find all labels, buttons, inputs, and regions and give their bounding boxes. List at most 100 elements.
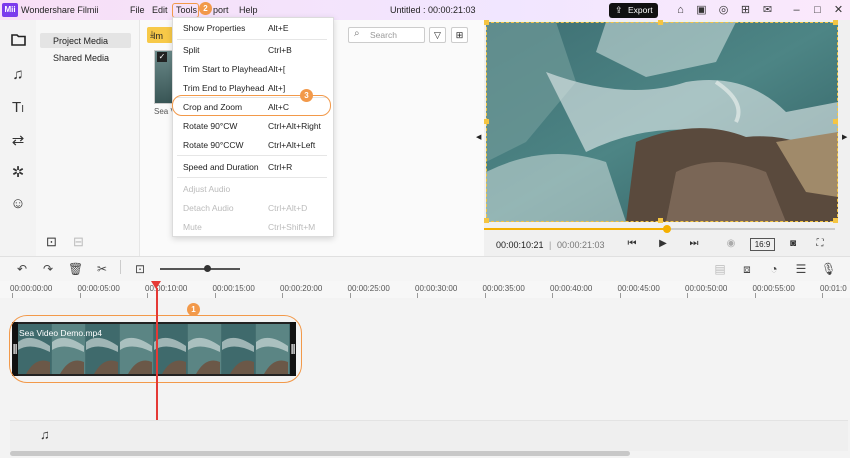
previous-frame-icon[interactable]: ⏮ <box>626 238 638 249</box>
progress-knob[interactable] <box>662 225 671 233</box>
adjust-icon[interactable]: ☰ <box>794 262 808 276</box>
save-icon[interactable]: ▣ <box>695 4 708 16</box>
menu-item-split[interactable]: Split Ctrl+B <box>173 41 333 59</box>
play-icon[interactable]: ▶ <box>657 238 669 249</box>
ruler-label: 00:00:05:00 <box>77 284 120 293</box>
text-icon[interactable]: TI <box>9 99 27 117</box>
crop-frame[interactable] <box>486 22 838 222</box>
ruler-label: 00:00:20:00 <box>280 284 323 293</box>
undo-icon[interactable]: ↶ <box>15 262 29 276</box>
category-shared-media[interactable]: Shared Media <box>53 53 109 63</box>
redo-icon[interactable]: ↷ <box>41 262 55 276</box>
crop-handle-left[interactable] <box>484 119 489 124</box>
ruler-label: 00:00:50:00 <box>685 284 728 293</box>
category-project-media-label: Project Media <box>53 36 109 46</box>
playhead-handle[interactable] <box>151 281 161 289</box>
import-label: ⤓ Im <box>150 29 163 41</box>
cut-icon[interactable]: ✂ <box>95 262 109 276</box>
check-icon[interactable]: ✓ <box>157 52 167 62</box>
menu-tools-highlight <box>172 3 199 18</box>
crop-handle-right[interactable] <box>833 119 838 124</box>
render-icon[interactable]: ◉ <box>725 238 737 249</box>
step-badge-3: 3 <box>300 89 313 102</box>
crop-handle-bottom[interactable] <box>658 218 663 223</box>
aspect-ratio-button[interactable]: 16:9 <box>750 238 775 251</box>
zoom-slider-knob[interactable] <box>204 265 211 272</box>
transition-icon[interactable]: ⇄ <box>9 132 27 150</box>
search-placeholder: Search <box>370 30 397 40</box>
grid-view-icon[interactable]: ⊞ <box>451 27 468 43</box>
crop-handle-top[interactable] <box>658 20 663 25</box>
menu-item-rotate-cw[interactable]: Rotate 90°CW Ctrl+Alt+Right <box>173 117 333 135</box>
crop-handle-top-right[interactable] <box>833 20 838 25</box>
menu-help[interactable]: Help <box>239 5 258 15</box>
fullscreen-icon[interactable]: ⛶ <box>814 238 826 249</box>
tools-dropdown-menu: Show Properties Alt+E Split Ctrl+B Trim St… <box>172 17 334 237</box>
search-input[interactable]: ⌕ Search <box>348 27 425 43</box>
menu-export[interactable]: port <box>213 5 229 15</box>
export-icon: ⇪ <box>615 5 623 15</box>
ruler-label: 00:00:25:00 <box>347 284 390 293</box>
snapshot-icon[interactable]: ◙ <box>787 238 799 249</box>
current-time: 00:00:10:21 <box>496 240 544 250</box>
search-icon: ⌕ <box>354 28 360 39</box>
menu-item-adjust-audio: Adjust Audio <box>183 184 231 194</box>
ruler-label: 00:00:30:00 <box>415 284 458 293</box>
speed-icon[interactable]: ◔ <box>767 262 781 276</box>
render-preview-icon[interactable]: ▤ <box>713 262 727 276</box>
home-icon[interactable]: ⌂ <box>674 4 687 16</box>
delete-icon[interactable]: 🗑 <box>68 262 83 276</box>
music-note-icon: ♫ <box>40 427 50 442</box>
ruler-label: 00:00:15:00 <box>212 284 255 293</box>
menu-item-mute: Mute Ctrl+Shift+M <box>183 222 316 232</box>
total-time: 00:00:21:03 <box>557 240 605 250</box>
audio-icon[interactable]: ♫ <box>9 66 27 84</box>
menu-item-trim-start[interactable]: Trim Start to Playhead Alt+[ <box>173 60 333 78</box>
filter-icon[interactable]: ▽ <box>429 27 446 43</box>
sticker-icon[interactable]: ☺ <box>9 195 27 213</box>
crop-handle-top-left[interactable] <box>484 20 489 25</box>
ruler-label: 00:00:35:00 <box>482 284 525 293</box>
zoom-slider[interactable] <box>160 268 240 270</box>
microphone-icon[interactable]: 🎙 <box>821 262 836 276</box>
fit-timeline-icon[interactable]: ⊡ <box>133 262 147 276</box>
gift-icon[interactable]: ⊞ <box>739 4 752 16</box>
import-button[interactable]: ⤓ Im <box>147 27 173 43</box>
ruler-label: 00:00:55:00 <box>752 284 795 293</box>
category-project-media[interactable]: Project Media <box>40 33 131 48</box>
crop-icon[interactable]: ⧈ <box>740 262 754 277</box>
effects-icon[interactable]: ✲ <box>9 164 27 182</box>
account-icon[interactable]: ◎ <box>717 4 730 16</box>
app-name: Wondershare Filmii <box>21 5 99 15</box>
crop-handle-bottom-left[interactable] <box>484 218 489 223</box>
menu-edit[interactable]: Edit <box>152 5 168 15</box>
document-title: Untitled : 00:00:21:03 <box>390 5 476 15</box>
crop-handle-bottom-right[interactable] <box>833 218 838 223</box>
ruler-label: 00:01:0 <box>820 284 847 293</box>
minimize-icon[interactable]: – <box>790 4 803 16</box>
ruler-label: 00:00:00:00 <box>10 284 53 293</box>
new-folder-icon[interactable]: ⊡ <box>46 234 57 250</box>
close-icon[interactable]: ✕ <box>832 4 845 16</box>
horizontal-scrollbar[interactable] <box>10 451 630 456</box>
next-frame-icon[interactable]: ⏭ <box>688 238 700 249</box>
menu-file[interactable]: File <box>130 5 145 15</box>
menu-item-detach-audio: Detach Audio Ctrl+Alt+D <box>183 203 308 213</box>
toolbar-divider <box>120 260 121 274</box>
export-button[interactable]: ⇪ Export <box>609 3 658 18</box>
step-badge-2: 2 <box>199 2 212 15</box>
menu-item-show-properties[interactable]: Show Properties Alt+E <box>173 19 333 37</box>
audio-track[interactable] <box>10 420 848 451</box>
time-separator: | <box>549 240 552 250</box>
gift-box-icon[interactable]: ✉ <box>761 4 774 16</box>
export-button-label: Export <box>628 5 653 15</box>
menu-item-speed-duration[interactable]: Speed and Duration Ctrl+R <box>173 158 333 176</box>
delete-folder-icon[interactable]: ⊟ <box>73 234 84 250</box>
menu-item-rotate-ccw[interactable]: Rotate 90°CCW Ctrl+Alt+Left <box>173 136 333 154</box>
media-folder-icon[interactable] <box>9 33 27 51</box>
maximize-icon[interactable]: □ <box>811 4 824 16</box>
collapse-right-icon[interactable]: ▶ <box>842 133 847 141</box>
app-logo: Mii <box>2 3 18 17</box>
collapse-left-icon[interactable]: ◀ <box>476 133 481 141</box>
progress-fill <box>484 228 667 230</box>
